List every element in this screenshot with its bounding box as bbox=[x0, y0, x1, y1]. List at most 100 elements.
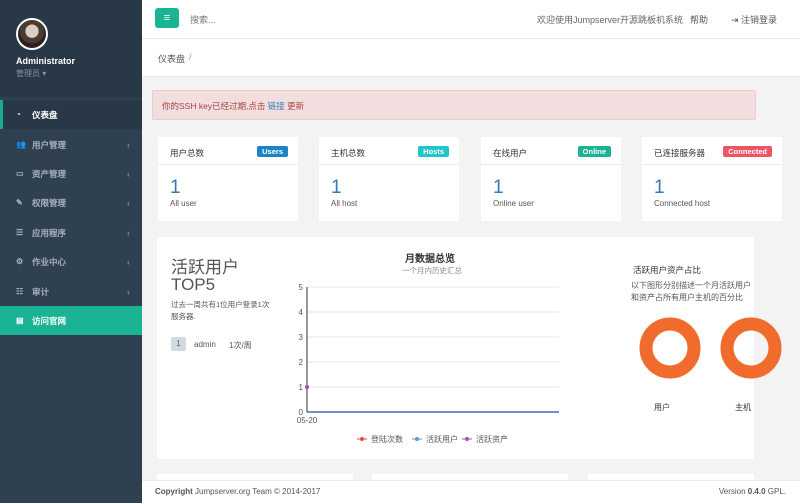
share-title: 活跃用户资产占比 bbox=[633, 265, 702, 275]
audit-icon: ☷ bbox=[16, 287, 24, 296]
x-tick-label: 05-20 bbox=[297, 416, 318, 425]
y-tick-label: 1 bbox=[299, 383, 304, 392]
sidebar-item-label: 权限管理 bbox=[32, 197, 67, 208]
card-subtitle: All host bbox=[331, 199, 358, 208]
monthly-line-chart: 01234505-20登陆次数 活跃用户 活跃资产 bbox=[297, 283, 559, 444]
card-title: 在线用户 bbox=[493, 148, 528, 158]
alert-text-end: 更新 bbox=[284, 101, 305, 111]
legend-marker bbox=[465, 437, 469, 441]
card-title: 已连接服务器 bbox=[654, 148, 706, 158]
assets-icon: ▭ bbox=[16, 169, 24, 178]
permission-icon: ✎ bbox=[16, 198, 23, 207]
top5-description: 过去一周共有1位用户登录1次服务器. bbox=[171, 300, 270, 321]
card-users: 用户总数 Users 1 All user bbox=[158, 137, 298, 221]
card-badge: Online bbox=[577, 146, 611, 157]
copyright-text: Copyright Jumpserver.org Team © 2014-201… bbox=[155, 487, 321, 496]
sidebar-item-label: 访问官网 bbox=[32, 315, 67, 326]
sidebar-item-3[interactable]: ✎ 权限管理 ‹ bbox=[0, 188, 142, 217]
applications-icon: ☰ bbox=[16, 228, 24, 237]
sidebar-item-0[interactable]: ◔ 仪表盘 bbox=[0, 100, 142, 129]
y-tick-label: 5 bbox=[299, 283, 304, 292]
breadcrumb: 仪表盘 / bbox=[142, 39, 800, 77]
sidebar-item-6[interactable]: ☷ 审计 ‹ bbox=[0, 277, 142, 306]
footer: Copyright Jumpserver.org Team © 2014-201… bbox=[142, 480, 800, 503]
top-navbar: ≡ 搜索... 欢迎使用Jumpserver开源跳板机系统 帮助 ⇥ 注销登录 bbox=[142, 0, 800, 39]
logout-link[interactable]: ⇥ 注销登录 bbox=[731, 13, 777, 26]
breadcrumb-dashboard[interactable]: 仪表盘 bbox=[158, 52, 185, 65]
card-value: 1 bbox=[170, 177, 181, 198]
sidebar-item-7[interactable]: ▤ 访问官网 bbox=[0, 306, 142, 335]
card-subtitle: All user bbox=[170, 199, 197, 208]
legend-label: 活跃用户 bbox=[426, 434, 458, 444]
legend-marker bbox=[360, 437, 364, 441]
help-link[interactable]: 帮助 bbox=[690, 13, 708, 26]
search-input[interactable]: 搜索... bbox=[190, 13, 216, 26]
users-icon: 👥 bbox=[16, 140, 26, 149]
profile-name: Administrator bbox=[16, 56, 76, 66]
chevron-left-icon: ‹ bbox=[127, 256, 130, 267]
chevron-left-icon: ‹ bbox=[127, 227, 130, 238]
y-tick-label: 4 bbox=[299, 308, 304, 317]
sidebar-item-label: 审计 bbox=[32, 286, 50, 297]
users-donut-label: 用户 bbox=[654, 403, 670, 412]
sidebar-item-label: 仪表盘 bbox=[32, 109, 58, 120]
welcome-message: 欢迎使用Jumpserver开源跳板机系统 bbox=[537, 15, 684, 25]
sidebar-item-label: 用户管理 bbox=[32, 139, 67, 150]
card-subtitle: Connected host bbox=[654, 199, 711, 208]
card-value: 1 bbox=[654, 177, 665, 198]
sidebar-item-5[interactable]: ⚙ 作业中心 ‹ bbox=[0, 247, 142, 276]
hosts-donut-chart bbox=[720, 317, 782, 379]
sidebar-item-2[interactable]: ▭ 资产管理 ‹ bbox=[0, 159, 142, 188]
sidebar: Administrator 管理员 ▾ ◔ 仪表盘 👥 用户管理 ‹ ▭ 资产管理 ‹ ✎ 权限管… bbox=[0, 0, 142, 503]
card-title: 用户总数 bbox=[170, 148, 205, 158]
legend-label: 登陆次数 bbox=[371, 434, 403, 444]
hosts-donut-label: 主机 bbox=[735, 403, 751, 412]
data-point-活跃资产 bbox=[305, 385, 309, 389]
card-badge: Users bbox=[257, 146, 288, 157]
chart-title: 月数据总览 bbox=[405, 254, 455, 265]
sidebar-item-4[interactable]: ☰ 应用程序 ‹ bbox=[0, 218, 142, 247]
card-value: 1 bbox=[493, 177, 504, 198]
jobs-icon: ⚙ bbox=[16, 257, 24, 266]
version-text: Version 0.4.0 GPL. bbox=[718, 487, 786, 496]
ssh-key-alert: 你的SSH key已经过期,点击 链接 更新 bbox=[152, 90, 756, 120]
share-description: 以下图形分别描述一个月活跃用户和资产占所有用户主机的百分比 bbox=[631, 281, 751, 302]
dashboard-icon: ◔ bbox=[16, 110, 21, 119]
profile-section: Administrator 管理员 ▾ bbox=[0, 0, 142, 97]
menu-toggle-button[interactable]: ≡ bbox=[155, 8, 179, 28]
profile-role-dropdown[interactable]: 管理员 ▾ bbox=[16, 68, 46, 79]
card-subtitle: Online user bbox=[493, 199, 534, 208]
card-hosts: 主机总数 Hosts 1 All host bbox=[319, 137, 459, 221]
y-tick-label: 2 bbox=[299, 358, 304, 367]
card-connected: 已连接服务器 Connected 1 Connected host bbox=[642, 137, 782, 221]
card-badge: Hosts bbox=[418, 146, 449, 157]
card-title: 主机总数 bbox=[331, 148, 366, 158]
alert-text: 你的SSH key已经过期,点击 bbox=[162, 101, 268, 111]
legend-label: 活跃资产 bbox=[476, 434, 508, 444]
chevron-left-icon: ‹ bbox=[127, 197, 130, 208]
chevron-left-icon: ‹ bbox=[127, 286, 130, 297]
chart-subtitle: 一个月内历史汇总 bbox=[402, 266, 462, 275]
top5-title: 活跃用户 TOP5 bbox=[171, 258, 239, 294]
card-value: 1 bbox=[331, 177, 342, 198]
sidebar-item-1[interactable]: 👥 用户管理 ‹ bbox=[0, 130, 142, 159]
rank-user: admin bbox=[194, 340, 216, 349]
legend-marker bbox=[415, 437, 419, 441]
card-badge: Connected bbox=[723, 146, 772, 157]
hosts-donut-ring bbox=[720, 317, 782, 379]
breadcrumb-separator: / bbox=[189, 52, 192, 62]
card-online: 在线用户 Online 1 Online user bbox=[481, 137, 621, 221]
avatar[interactable] bbox=[16, 18, 48, 50]
sidebar-item-label: 应用程序 bbox=[32, 227, 67, 238]
y-tick-label: 3 bbox=[299, 333, 304, 342]
website-icon: ▤ bbox=[16, 316, 24, 325]
overview-panel: 活跃用户 TOP5 过去一周共有1位用户登录1次服务器. 1 admin 1次/… bbox=[157, 237, 782, 459]
users-donut-ring bbox=[639, 317, 701, 379]
alert-link[interactable]: 链接 bbox=[268, 101, 285, 111]
rank-badge: 1 bbox=[171, 337, 186, 351]
rank-count: 1次/周 bbox=[229, 341, 252, 350]
chevron-left-icon: ‹ bbox=[127, 168, 130, 179]
sidebar-item-label: 资产管理 bbox=[32, 168, 67, 179]
sidebar-item-label: 作业中心 bbox=[32, 256, 67, 267]
users-donut-chart bbox=[639, 317, 701, 379]
